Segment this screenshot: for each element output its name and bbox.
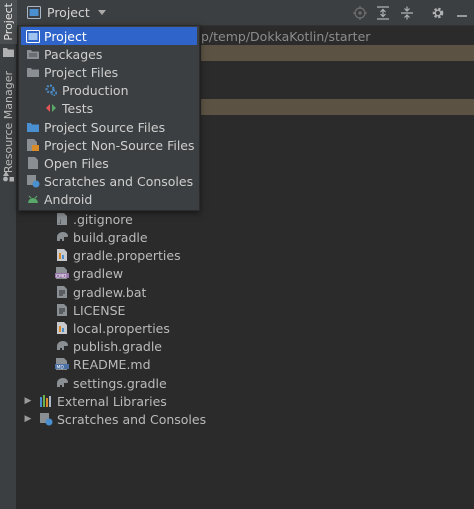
- dropdown-item-android[interactable]: Android: [21, 190, 197, 208]
- project-tool-tab[interactable]: Project: [0, 0, 17, 44]
- chevron-right-icon[interactable]: ▶: [23, 414, 33, 424]
- properties-file-icon: [55, 321, 69, 335]
- tree-node-external-libraries[interactable]: ▶ External Libraries: [23, 392, 167, 410]
- tree-node-scratches[interactable]: ▶ Scratches and Consoles: [23, 410, 207, 428]
- open-files-icon: [26, 156, 40, 170]
- resource-manager-tab-label: Resource Manager: [2, 70, 15, 174]
- project-view-selector[interactable]: Project: [24, 3, 109, 23]
- file-name: build.gradle: [73, 229, 148, 245]
- chevron-down-icon: [97, 10, 106, 15]
- scratches-icon: [39, 412, 53, 426]
- tree-file-row[interactable]: publish.gradle: [55, 337, 162, 355]
- node-label: External Libraries: [57, 393, 167, 409]
- highlighted-row: [201, 99, 474, 115]
- dropdown-item-label: Open Files: [44, 155, 109, 171]
- node-label: Scratches and Consoles: [57, 411, 207, 427]
- tree-file-row[interactable]: settings.gradle: [55, 374, 167, 392]
- dropdown-item-label: Android: [44, 191, 93, 207]
- dropdown-item-project-non-source-files[interactable]: Project Non-Source Files: [21, 136, 197, 154]
- dropdown-item-label: Project Files: [44, 64, 119, 80]
- hide-panel-icon[interactable]: [454, 5, 470, 21]
- dropdown-item-label: Project Source Files: [44, 119, 166, 135]
- tree-file-row[interactable]: gradlew.bat: [55, 283, 146, 301]
- text-file-icon: [55, 285, 69, 299]
- chevron-right-icon[interactable]: ▶: [23, 396, 33, 406]
- dropdown-item-production[interactable]: Production: [21, 81, 197, 99]
- dropdown-item-project-source-files[interactable]: Project Source Files: [21, 118, 197, 136]
- file-name: .gitignore: [73, 211, 133, 227]
- production-gear-icon: [44, 83, 58, 97]
- collapse-all-icon[interactable]: [399, 5, 415, 21]
- gitignore-file-icon: .i: [55, 212, 69, 226]
- tree-file-row[interactable]: LICENSE: [55, 301, 125, 319]
- dropdown-item-label: Tests: [62, 100, 94, 116]
- gradle-elephant-icon: [55, 339, 69, 353]
- project-root-path: p/temp/DokkaKotlin/starter: [201, 29, 371, 44]
- libraries-icon: [39, 394, 53, 408]
- locate-icon[interactable]: [352, 5, 368, 21]
- dropdown-item-label: Scratches and Consoles: [44, 173, 194, 189]
- folder-icon: [26, 120, 40, 134]
- project-panel-header: Project: [17, 0, 474, 26]
- tree-file-row[interactable]: local.properties: [55, 319, 170, 337]
- settings-gear-icon[interactable]: [430, 5, 446, 21]
- file-name: LICENSE: [73, 302, 126, 318]
- dropdown-item-project-files[interactable]: Project Files: [21, 63, 197, 81]
- folder-icon: [26, 65, 40, 79]
- project-view-dropdown: Project Packages Project Files Productio…: [18, 25, 200, 211]
- highlighted-row: [201, 45, 474, 61]
- project-view-label: Project: [47, 5, 90, 20]
- tree-file-row[interactable]: CMD gradlew: [55, 264, 123, 282]
- dropdown-item-scratches-and-consoles[interactable]: Scratches and Consoles: [21, 172, 197, 190]
- svg-text:CMD: CMD: [56, 274, 67, 280]
- file-name: gradle.properties: [73, 247, 181, 263]
- text-file-icon: [55, 303, 69, 317]
- left-tool-strip: Project Resource Manager: [0, 0, 17, 509]
- expand-all-icon[interactable]: [375, 5, 391, 21]
- dropdown-item-label: Project Non-Source Files: [44, 137, 195, 153]
- dropdown-item-label: Packages: [44, 46, 103, 62]
- project-view-icon: [27, 6, 41, 19]
- file-name: gradlew: [73, 265, 124, 281]
- tree-file-row[interactable]: gradle.properties: [55, 246, 181, 264]
- resource-shapes-icon[interactable]: [2, 170, 15, 182]
- resource-manager-tool-tab[interactable]: Resource Manager: [0, 71, 17, 173]
- dropdown-item-project[interactable]: Project: [21, 27, 197, 45]
- gradle-elephant-icon: [55, 376, 69, 390]
- project-tab-label: Project: [2, 3, 15, 41]
- non-source-files-icon: [26, 138, 40, 152]
- dropdown-item-label: Production: [62, 82, 129, 98]
- project-view-icon: [26, 29, 40, 43]
- shell-file-icon: CMD: [55, 266, 69, 280]
- tree-file-row[interactable]: build.gradle: [55, 228, 148, 246]
- properties-file-icon: [55, 248, 69, 262]
- folder-icon[interactable]: [2, 46, 15, 58]
- dropdown-item-packages[interactable]: Packages: [21, 45, 197, 63]
- tree-file-row[interactable]: MD README.md: [55, 355, 151, 373]
- markdown-file-icon: MD: [55, 357, 69, 371]
- android-icon: [26, 192, 40, 206]
- packages-folder-icon: [26, 47, 40, 61]
- tests-icon: [44, 101, 58, 115]
- dropdown-item-label: Project: [44, 28, 87, 44]
- file-name: gradlew.bat: [73, 284, 147, 300]
- file-name: publish.gradle: [73, 338, 162, 354]
- file-name: settings.gradle: [73, 375, 167, 391]
- svg-text:.i: .i: [58, 219, 62, 226]
- gradle-elephant-icon: [55, 230, 69, 244]
- dropdown-item-tests[interactable]: Tests: [21, 99, 197, 117]
- dropdown-item-open-files[interactable]: Open Files: [21, 154, 197, 172]
- scratches-icon: [26, 174, 40, 188]
- svg-text:MD: MD: [57, 365, 65, 371]
- tree-file-row[interactable]: .i .gitignore: [55, 210, 133, 228]
- file-name: local.properties: [73, 320, 170, 336]
- file-name: README.md: [73, 356, 151, 372]
